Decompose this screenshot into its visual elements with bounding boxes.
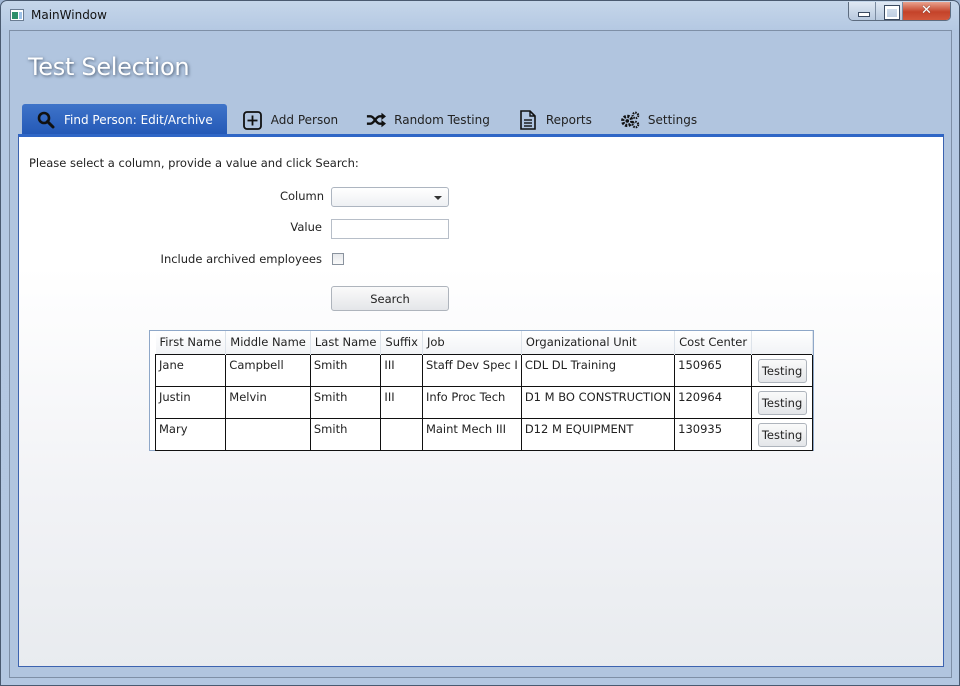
cell-org-unit: D12 M EQUIPMENT [520,417,676,451]
page-title: Test Selection [28,53,190,81]
close-icon: ✕ [921,3,932,18]
cell-first-name: Justin [154,385,227,419]
main-window: MainWindow ✕ Test Selection Find Person:… [0,0,960,686]
document-icon [518,110,538,130]
results-grid: First Name Middle Name Last Name Suffix … [149,330,814,451]
testing-button[interactable]: Testing [757,391,807,415]
minimize-button[interactable] [849,2,876,20]
table-row[interactable]: Jane Campbell Smith III Staff Dev Spec I… [154,353,813,387]
column-header-action [751,331,813,354]
instructions-text: Please select a column, provide a value … [29,156,359,170]
cell-last-name: Smith [309,385,382,419]
column-header-suffix[interactable]: Suffix [380,331,423,354]
find-person-panel: Please select a column, provide a value … [18,134,944,667]
cell-job: Staff Dev Spec I [421,353,522,387]
cell-action: Testing [751,417,813,451]
maximize-button[interactable] [876,2,903,20]
window-controls: ✕ [848,2,951,21]
shuffle-icon [366,110,387,130]
column-header-last-name[interactable]: Last Name [310,331,382,354]
cell-first-name: Jane [154,353,227,387]
cell-suffix: III [380,385,423,419]
close-button[interactable]: ✕ [903,2,950,20]
tab-label: Settings [647,113,698,127]
column-label: Column [279,189,324,203]
cell-cost-center: 130935 [674,417,753,451]
cell-org-unit: D1 M BO CONSTRUCTION [520,385,676,419]
gears-icon [620,110,640,130]
cell-job: Info Proc Tech [421,385,522,419]
cell-first-name: Mary [154,417,227,451]
testing-button[interactable]: Testing [757,423,807,447]
cell-action: Testing [751,353,813,387]
search-button[interactable]: Search [331,286,449,311]
cell-middle-name: Campbell [225,353,311,387]
chevron-down-icon [434,196,442,200]
tab-add-person[interactable]: Add Person [229,105,352,135]
cell-last-name: Smith [309,353,382,387]
value-label: Value [290,220,322,234]
column-header-first-name[interactable]: First Name [155,331,227,354]
cell-action: Testing [751,385,813,419]
cell-middle-name [225,417,311,451]
cell-last-name: Smith [309,417,382,451]
testing-button[interactable]: Testing [757,359,807,383]
search-icon [36,110,56,130]
tab-settings[interactable]: Settings [606,105,711,135]
tab-reports[interactable]: Reports [504,105,606,135]
results-table: First Name Middle Name Last Name Suffix … [154,331,813,451]
table-row[interactable]: Mary Smith Maint Mech III D12 M EQUIPMEN… [154,417,813,451]
header-row: First Name Middle Name Last Name Suffix … [155,331,813,354]
tab-random-testing[interactable]: Random Testing [352,105,504,135]
window-title: MainWindow [31,8,107,22]
column-dropdown[interactable] [331,187,449,207]
column-header-job[interactable]: Job [422,331,522,354]
cell-org-unit: CDL DL Training [520,353,676,387]
plus-box-icon [243,110,263,130]
tab-label: Random Testing [394,113,490,127]
tab-label: Find Person: Edit/Archive [64,112,213,127]
column-header-middle-name[interactable]: Middle Name [225,331,311,354]
include-archived-checkbox[interactable] [332,253,344,265]
cell-cost-center: 150965 [674,353,753,387]
column-header-org-unit[interactable]: Organizational Unit [521,331,676,354]
value-input[interactable] [331,219,449,239]
table-row[interactable]: Justin Melvin Smith III Info Proc Tech D… [154,385,813,419]
tab-find-person[interactable]: Find Person: Edit/Archive [22,104,227,135]
cell-cost-center: 120964 [674,385,753,419]
tab-label: Add Person [270,113,339,127]
cell-suffix: III [380,353,423,387]
archived-label: Include archived employees [160,252,322,266]
column-header-cost-center[interactable]: Cost Center [674,331,753,354]
client-area: Test Selection Find Person: Edit/Archive… [9,30,952,678]
title-bar[interactable]: MainWindow ✕ [1,1,959,29]
tab-label: Reports [545,113,592,127]
app-icon [10,9,24,21]
cell-job: Maint Mech III [421,417,522,451]
cell-middle-name: Melvin [225,385,311,419]
cell-suffix [380,417,423,451]
tab-bar: Find Person: Edit/Archive Add Person Ran… [22,103,711,135]
